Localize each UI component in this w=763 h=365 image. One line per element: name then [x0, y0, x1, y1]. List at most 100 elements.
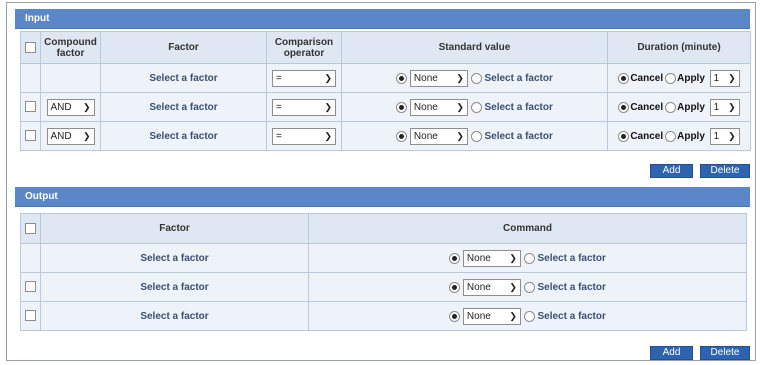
standard-select-radio[interactable] [396, 72, 408, 84]
command-factor-radio[interactable] [523, 252, 535, 264]
factor-cell: Select a factor [100, 63, 267, 93]
output-table: Factor Command Select a factor None ❯ Sel… [20, 213, 747, 331]
input-add-button[interactable]: Add [650, 164, 693, 178]
row-checkbox-cell [20, 243, 41, 273]
command-select[interactable]: None ❯ [462, 307, 521, 325]
standard-value-text: None [413, 72, 438, 84]
operator-select[interactable]: = ❯ [272, 127, 336, 145]
cancel-radio[interactable] [618, 101, 630, 113]
compound-select[interactable]: AND ❯ [46, 98, 95, 116]
row-checkbox-cell [20, 63, 41, 93]
input-section-title: Input [25, 13, 50, 24]
factor-cell: Select a factor [40, 272, 309, 302]
factor-cell: Select a factor [100, 92, 267, 122]
apply-radio[interactable] [665, 72, 677, 84]
select-factor-link[interactable]: Select a factor [140, 311, 208, 322]
factor-cell: Select a factor [100, 121, 267, 151]
operator-cell: = ❯ [266, 121, 342, 151]
command-select-radio[interactable] [449, 252, 461, 264]
output-select-all-cell [20, 213, 41, 244]
apply-label: Apply [677, 130, 705, 142]
duration-cell: Cancel Apply 1 ❯ [607, 92, 751, 122]
duration-cell: Cancel Apply 1 ❯ [607, 63, 751, 93]
select-factor-link[interactable]: Select a factor [140, 253, 208, 264]
header-output-factor: Factor [40, 213, 309, 244]
standard-value-cell: None ❯ Select a factor [341, 121, 608, 151]
command-select-radio[interactable] [449, 310, 461, 322]
input-row: AND ❯ Select a factor = ❯ None ❯ Select a f… [20, 92, 751, 122]
minutes-select[interactable]: 1 ❯ [709, 127, 740, 145]
chevron-down-icon: ❯ [82, 101, 91, 112]
compound-value: AND [50, 130, 72, 142]
standard-select-factor-link[interactable]: Select a factor [484, 102, 552, 113]
header-duration: Duration (minute) [607, 31, 751, 64]
select-factor-link[interactable]: Select a factor [140, 282, 208, 293]
header-command: Command [308, 213, 747, 244]
command-cell: None ❯ Select a factor [308, 243, 747, 273]
chevron-down-icon: ❯ [728, 130, 736, 141]
output-row: Select a factor None ❯ Select a factor [20, 243, 747, 273]
minutes-select[interactable]: 1 ❯ [709, 69, 740, 87]
header-comparison-operator: Comparison operator [266, 31, 342, 64]
chevron-down-icon: ❯ [324, 101, 332, 112]
cancel-radio[interactable] [618, 130, 630, 142]
standard-value-select[interactable]: None ❯ [409, 98, 468, 116]
command-select-factor-link[interactable]: Select a factor [537, 282, 605, 293]
chevron-down-icon: ❯ [509, 310, 517, 321]
operator-select[interactable]: = ❯ [272, 69, 336, 87]
command-select-radio[interactable] [449, 281, 461, 293]
minutes-value: 1 [713, 101, 720, 113]
standard-factor-radio[interactable] [470, 72, 482, 84]
row-checkbox[interactable] [25, 130, 36, 142]
duration-cell: Cancel Apply 1 ❯ [607, 121, 751, 151]
standard-value-select[interactable]: None ❯ [409, 127, 468, 145]
factor-cell: Select a factor [40, 243, 309, 273]
chevron-down-icon: ❯ [728, 101, 736, 112]
standard-value-select[interactable]: None ❯ [409, 69, 468, 87]
apply-radio[interactable] [665, 130, 677, 142]
row-checkbox[interactable] [25, 101, 36, 113]
command-value: None [466, 281, 491, 293]
standard-select-radio[interactable] [396, 130, 408, 142]
operator-value: = [276, 101, 282, 113]
command-factor-radio[interactable] [523, 310, 535, 322]
select-factor-link[interactable]: Select a factor [149, 131, 217, 142]
chevron-down-icon: ❯ [509, 281, 517, 292]
input-section-header: Input [15, 9, 750, 29]
input-delete-button[interactable]: Delete [700, 164, 750, 178]
operator-select[interactable]: = ❯ [272, 98, 336, 116]
command-select[interactable]: None ❯ [462, 278, 521, 296]
standard-value-cell: None ❯ Select a factor [341, 63, 608, 93]
command-select-factor-link[interactable]: Select a factor [537, 311, 605, 322]
input-select-all-checkbox[interactable] [25, 41, 36, 53]
command-select[interactable]: None ❯ [462, 249, 521, 267]
select-factor-link[interactable]: Select a factor [149, 102, 217, 113]
compound-value: AND [50, 101, 72, 113]
standard-factor-radio[interactable] [470, 130, 482, 142]
standard-value-text: None [413, 130, 438, 142]
minutes-select[interactable]: 1 ❯ [709, 98, 740, 116]
row-checkbox-cell [20, 301, 41, 331]
cancel-radio[interactable] [618, 72, 630, 84]
cancel-label: Cancel [630, 101, 664, 113]
output-select-all-checkbox[interactable] [25, 222, 36, 234]
compound-select[interactable]: AND ❯ [46, 127, 95, 145]
row-checkbox[interactable] [25, 310, 36, 322]
standard-select-factor-link[interactable]: Select a factor [484, 73, 552, 84]
output-header-row: Factor Command [20, 213, 747, 244]
select-factor-link[interactable]: Select a factor [149, 73, 217, 84]
standard-select-radio[interactable] [396, 101, 408, 113]
output-add-button[interactable]: Add [650, 346, 693, 360]
output-section-title: Output [25, 191, 58, 202]
output-delete-button[interactable]: Delete [700, 346, 750, 360]
operator-value: = [276, 130, 282, 142]
standard-select-factor-link[interactable]: Select a factor [484, 131, 552, 142]
apply-radio[interactable] [665, 101, 677, 113]
command-select-factor-link[interactable]: Select a factor [537, 253, 605, 264]
chevron-down-icon: ❯ [324, 72, 332, 83]
standard-factor-radio[interactable] [470, 101, 482, 113]
compound-cell: AND ❯ [40, 121, 101, 151]
row-checkbox[interactable] [25, 281, 36, 293]
command-factor-radio[interactable] [523, 281, 535, 293]
input-row: Select a factor = ❯ None ❯ Select a factor… [20, 63, 751, 93]
